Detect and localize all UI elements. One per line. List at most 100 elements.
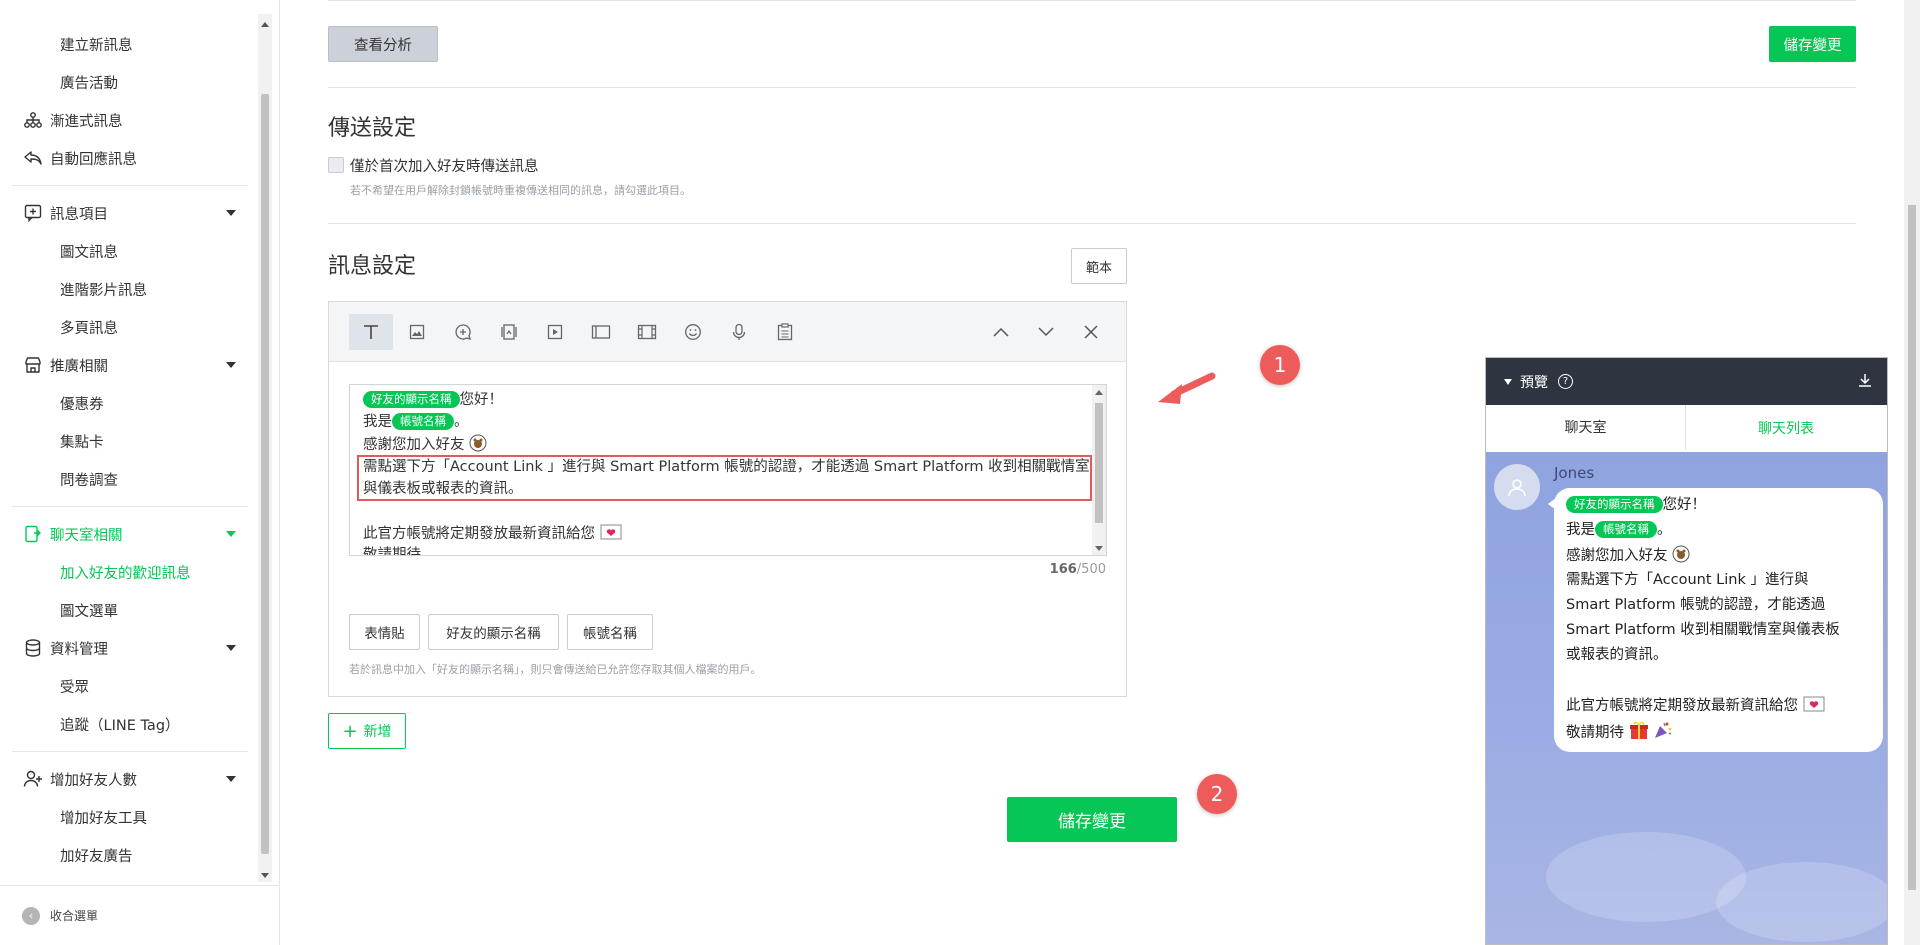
- scrollbar-thumb[interactable]: [261, 94, 269, 854]
- scroll-down-arrow-icon[interactable]: [261, 873, 269, 878]
- message-textarea[interactable]: 好友的顯示名稱 您好！ 我是 帳號名稱。 感謝您加入好友 需點選下方「Account…: [349, 384, 1107, 556]
- editor-text: 您好！: [459, 392, 504, 408]
- editor-text: 此官方帳號將定期發放最新資訊給您: [363, 526, 595, 542]
- download-icon[interactable]: [1857, 372, 1873, 388]
- scrollbar-thumb[interactable]: [1908, 205, 1916, 890]
- sidebar-group-friends[interactable]: 增加好友人數: [0, 760, 258, 798]
- scroll-up-arrow-icon[interactable]: [1095, 390, 1103, 395]
- delete-block-button[interactable]: [1069, 314, 1113, 350]
- tab-chat-list[interactable]: 聊天列表: [1686, 405, 1886, 451]
- friend-name-chip: 好友的顯示名稱: [363, 391, 460, 408]
- video-type-button[interactable]: [533, 314, 577, 350]
- sidebar-item-video-message[interactable]: 進階影片訊息: [0, 270, 258, 308]
- add-message-button[interactable]: + 新增: [328, 713, 406, 749]
- sidebar-divider: [12, 506, 248, 507]
- sidebar-item-coupon[interactable]: 優惠券: [0, 384, 258, 422]
- background-cloud: [1546, 832, 1746, 922]
- love-letter-emoji-icon: [1803, 696, 1825, 712]
- editor-line-8: 敬請期待: [363, 547, 421, 556]
- rich-message-type-button[interactable]: [579, 314, 623, 350]
- sidebar-divider: [12, 185, 248, 186]
- coupon-type-button[interactable]: [487, 314, 531, 350]
- sidebar-group-data[interactable]: 資料管理: [0, 629, 258, 667]
- editor-toolbar: [329, 302, 1126, 362]
- preview-panel: 預覽 ? 聊天室 聊天列表 Jones 好友的顯示名稱 您好！ 我是 帳號名稱。 感…: [1485, 357, 1888, 945]
- sidebar-group-chat[interactable]: 聊天室相關: [0, 515, 258, 553]
- character-limit: /500: [1076, 562, 1106, 577]
- sidebar-group-message-items[interactable]: 訊息項目: [0, 194, 258, 232]
- character-count: 166: [1049, 562, 1077, 577]
- caret-down-icon[interactable]: [1504, 378, 1512, 385]
- rich-video-type-button[interactable]: [625, 314, 669, 350]
- collapse-menu-button[interactable]: ‹ 收合選單: [0, 885, 280, 945]
- tab-chat-room[interactable]: 聊天室: [1486, 405, 1686, 451]
- sidebar-item-friend-ads[interactable]: 加好友廣告: [0, 836, 258, 874]
- first-time-only-checkbox[interactable]: [328, 157, 344, 173]
- text-icon: [364, 325, 378, 339]
- sidebar-group-promotion[interactable]: 推廣相關: [0, 346, 258, 384]
- bubble-line-10: 敬請期待: [1566, 720, 1673, 743]
- preview-header[interactable]: 預覽 ?: [1486, 358, 1887, 405]
- sidebar-group-label: 聊天室相關: [50, 527, 123, 544]
- insert-account-name-button[interactable]: 帳號名稱: [567, 614, 653, 650]
- template-button[interactable]: 範本: [1071, 248, 1127, 284]
- account-name-chip: 帳號名稱: [392, 413, 454, 430]
- scrollbar-thumb[interactable]: [1095, 403, 1103, 523]
- divider: [328, 87, 1856, 88]
- sidebar-scrollbar[interactable]: [258, 14, 272, 882]
- insert-friend-name-button[interactable]: 好友的顯示名稱: [428, 614, 559, 650]
- bubble-line-4: 需點選下方「Account Link 」進行與: [1566, 572, 1809, 588]
- view-analysis-button[interactable]: 查看分析: [328, 26, 438, 62]
- chevron-down-icon: [226, 776, 236, 782]
- sidebar-item-reward-card[interactable]: 集點卡: [0, 422, 258, 460]
- sidebar-item-welcome-message[interactable]: 加入好友的歡迎訊息: [0, 553, 258, 591]
- move-down-button[interactable]: [1024, 314, 1068, 350]
- scroll-up-arrow-icon[interactable]: [261, 22, 269, 27]
- card-stack-icon: [501, 324, 517, 340]
- page-scrollbar[interactable]: [1904, 0, 1920, 945]
- insert-sticker-button[interactable]: 表情貼: [349, 614, 420, 650]
- first-time-only-hint: 若不希望在用戶解除封鎖帳號時重複傳送相同的訊息，請勾選此項目。: [350, 184, 691, 197]
- sidebar-item-rich-menu[interactable]: 圖文選單: [0, 591, 258, 629]
- chevron-down-icon: [226, 210, 236, 216]
- save-changes-top-button[interactable]: 儲存變更: [1769, 26, 1856, 62]
- emoji-type-button[interactable]: [671, 314, 715, 350]
- sidebar-item-friend-tools[interactable]: 增加好友工具: [0, 798, 258, 836]
- survey-type-button[interactable]: [763, 314, 807, 350]
- sidebar-group-label: 漸進式訊息: [50, 113, 123, 130]
- sticker-type-button[interactable]: [441, 314, 485, 350]
- sidebar-item-line-tag[interactable]: 追蹤（LINE Tag）: [0, 705, 258, 743]
- sidebar-item-create-message[interactable]: 建立新訊息: [0, 25, 258, 63]
- editor-text: 感謝您加入好友: [363, 437, 465, 453]
- film-icon: [637, 324, 657, 340]
- chevron-up-icon: [993, 327, 1009, 337]
- smile-icon: [685, 324, 701, 340]
- save-changes-bottom-button[interactable]: 儲存變更: [1007, 797, 1177, 842]
- microphone-icon: [732, 323, 746, 340]
- page: 建立新訊息 廣告活動 漸進式訊息 自動回應訊息 訊息項目 圖文訊息 進階影片訊息…: [0, 0, 1920, 945]
- close-icon: [1084, 325, 1098, 339]
- sidebar-item-survey[interactable]: 問卷調查: [0, 460, 258, 498]
- voice-type-button[interactable]: [717, 314, 761, 350]
- sidebar-item-auto-reply[interactable]: 自動回應訊息: [0, 139, 258, 177]
- sidebar-item-ad-campaign[interactable]: 廣告活動: [0, 63, 258, 101]
- sidebar-group-label: 增加好友人數: [50, 772, 137, 789]
- sidebar-item-audience[interactable]: 受眾: [0, 667, 258, 705]
- love-letter-emoji-icon: [600, 524, 622, 540]
- sidebar-item-carousel-message[interactable]: 多頁訊息: [0, 308, 258, 346]
- sidebar-menu: 建立新訊息 廣告活動 漸進式訊息 自動回應訊息 訊息項目 圖文訊息 進階影片訊息…: [0, 0, 258, 885]
- sidebar-item-rich-message[interactable]: 圖文訊息: [0, 232, 258, 270]
- image-type-button[interactable]: [395, 314, 439, 350]
- scroll-down-arrow-icon[interactable]: [1095, 546, 1103, 551]
- annotation-badge-1: 1: [1260, 345, 1300, 385]
- move-up-button[interactable]: [979, 314, 1023, 350]
- bubble-text: 。: [1657, 522, 1672, 538]
- sidebar-item-step-message[interactable]: 漸進式訊息: [0, 101, 258, 139]
- sender-name: Jones: [1554, 464, 1595, 482]
- preview-title: 預覽: [1520, 374, 1548, 391]
- first-time-only-label[interactable]: 僅於首次加入好友時傳送訊息: [350, 155, 539, 176]
- text-type-button[interactable]: [349, 314, 393, 350]
- bubble-text: 您好！: [1662, 497, 1707, 513]
- textarea-scrollbar[interactable]: [1092, 385, 1106, 555]
- help-icon[interactable]: ?: [1558, 374, 1573, 389]
